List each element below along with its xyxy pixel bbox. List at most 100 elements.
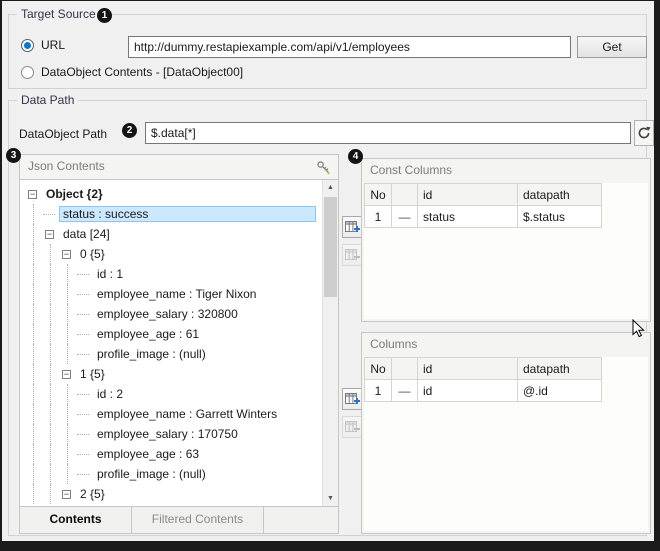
json-tree-area: −Object {2}status : success−data [24]−0 … [20, 179, 338, 507]
scroll-down-arrow[interactable]: ▼ [323, 491, 338, 506]
grid-column-header[interactable]: id [418, 184, 518, 206]
tree-expander-icon[interactable]: − [45, 230, 54, 239]
url-input[interactable] [128, 36, 571, 58]
tree-connector [77, 444, 93, 464]
grid-row[interactable]: 1—id@.id [365, 380, 602, 402]
get-button[interactable]: Get [577, 36, 647, 58]
grid-row[interactable]: 1—status$.status [365, 206, 602, 228]
tree-guide-line [26, 324, 43, 344]
tree-guide-line [26, 384, 43, 404]
scrollbar-thumb[interactable] [324, 197, 337, 297]
grid-header-row: No iddatapath [365, 358, 602, 380]
tree-item[interactable]: employee_name : Garrett Winters [26, 404, 318, 424]
grid-column-header[interactable]: id [418, 358, 518, 380]
tree-guide-line [60, 404, 77, 424]
tree-item-label: Object {2} [42, 186, 107, 202]
tree-expander-icon[interactable]: − [62, 250, 71, 259]
tree-guide-line [43, 344, 60, 364]
key-icon[interactable] [315, 159, 331, 175]
tree-item[interactable]: employee_name : Tiger Nixon [26, 284, 318, 304]
tree-guide-line [26, 404, 43, 424]
columns-panel: Columns Noiddatapath1—id@.id [361, 332, 651, 534]
grid-column-header[interactable]: datapath [518, 184, 602, 206]
tree-connector [43, 204, 59, 224]
tree-item-label: 1 {5} [76, 366, 109, 382]
tab-contents[interactable]: Contents [20, 507, 132, 533]
tree-connector [77, 284, 93, 304]
grid-column-header[interactable] [392, 358, 418, 380]
tree-item[interactable]: −data [24] [26, 224, 318, 244]
tree-guide-line [43, 364, 60, 384]
tree-connector [77, 264, 93, 284]
tree-item[interactable]: employee_age : 61 [26, 324, 318, 344]
tree-item[interactable]: profile_image : (null) [26, 464, 318, 484]
tree-guide-line [26, 304, 43, 324]
tree-item[interactable]: employee_age : 63 [26, 444, 318, 464]
tree-item[interactable]: −0 {5} [26, 244, 318, 264]
tree-guide-line [26, 204, 43, 224]
tree-item[interactable]: id : 1 [26, 264, 318, 284]
tree-connector [77, 304, 93, 324]
add-column-button[interactable] [342, 388, 363, 410]
tree-item-label: employee_name : Garrett Winters [93, 406, 281, 422]
grid-cell: 1 [365, 380, 392, 402]
tree-expander-icon[interactable]: − [62, 370, 71, 379]
refresh-button[interactable] [634, 120, 654, 146]
url-radio[interactable] [21, 39, 34, 52]
tree-marker: − [43, 224, 59, 244]
tree-item-label: id : 2 [93, 386, 127, 402]
tree-guide-line [60, 424, 77, 444]
tree-guide-line [26, 444, 43, 464]
json-contents-title: Json Contents [28, 159, 105, 173]
tree-connector [77, 404, 93, 424]
tree-scrollbar[interactable]: ▲ ▼ [322, 180, 338, 506]
tree-guide-line [43, 244, 60, 264]
table-plus-icon [345, 393, 360, 406]
dataobject-path-input[interactable] [145, 122, 631, 144]
tree-item-label: 2 {5} [76, 486, 109, 502]
tree-item[interactable]: status : success [26, 204, 318, 224]
tree-item[interactable]: −1 {5} [26, 364, 318, 384]
tree-item[interactable]: employee_salary : 170750 [26, 424, 318, 444]
dataobject-contents-radio[interactable] [21, 66, 34, 79]
table-minus-icon [345, 249, 360, 262]
grid-column-header[interactable]: No [365, 358, 392, 380]
tree-item[interactable]: employee_salary : 320800 [26, 304, 318, 324]
columns-grid: No iddatapath1—status$.status [364, 183, 602, 228]
tree-item-label: 0 {5} [76, 246, 109, 262]
grid-header-row: No iddatapath [365, 184, 602, 206]
tree-guide-line [26, 424, 43, 444]
grid-column-header[interactable]: No [365, 184, 392, 206]
grid-column-header[interactable]: datapath [518, 358, 602, 380]
tree-item-label: employee_age : 63 [93, 446, 203, 462]
tree-guide-line [43, 384, 60, 404]
tree-expander-icon[interactable]: − [62, 490, 71, 499]
columns-grid: No iddatapath1—id@.id [364, 357, 602, 402]
tree-item[interactable]: −Object {2} [26, 184, 318, 204]
step-badge-2: 2 [122, 123, 137, 138]
remove-column-button[interactable] [342, 416, 363, 438]
refresh-icon [637, 126, 651, 140]
tree-guide-line [60, 304, 77, 324]
add-const-column-button[interactable] [342, 216, 363, 238]
remove-const-column-button[interactable] [342, 244, 363, 266]
key-icon-glyph [316, 160, 331, 175]
url-radio-row: URL [21, 37, 65, 53]
tree-connector [77, 344, 93, 364]
tree-marker: − [60, 484, 76, 504]
tree-item[interactable]: profile_image : (null) [26, 344, 318, 364]
step-badge-3: 3 [6, 148, 21, 163]
tree-guide-line [43, 284, 60, 304]
grid-column-header[interactable] [392, 184, 418, 206]
tree-item[interactable]: −2 {5} [26, 484, 318, 504]
tree-guide-line [26, 364, 43, 384]
scroll-up-arrow[interactable]: ▲ [323, 180, 338, 195]
tree-guide-line [43, 404, 60, 424]
grid-cell: id [418, 380, 518, 402]
tree-expander-icon[interactable]: − [28, 190, 37, 199]
tab-filtered-contents[interactable]: Filtered Contents [132, 507, 264, 533]
table-plus-icon [345, 221, 360, 234]
tree-guide-line [60, 464, 77, 484]
tree-guide-line [43, 424, 60, 444]
tree-item[interactable]: id : 2 [26, 384, 318, 404]
